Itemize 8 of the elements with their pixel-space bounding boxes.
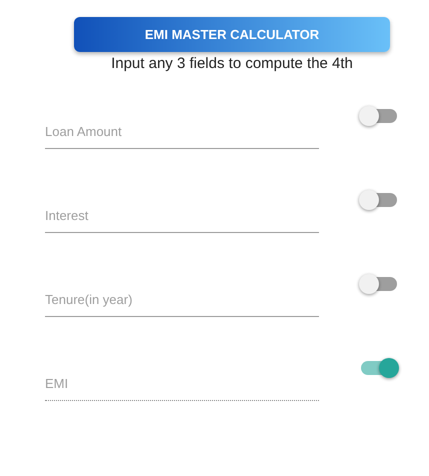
input-field[interactable]: Interest	[45, 186, 319, 232]
toggle-switch[interactable]	[361, 192, 397, 206]
title-button[interactable]: EMI MASTER CALCULATOR	[74, 17, 390, 52]
instruction-text: Input any 3 fields to compute the 4th	[111, 54, 353, 74]
input-field[interactable]: Tenure(in year)	[45, 270, 319, 316]
toggle-switch[interactable]	[361, 276, 397, 290]
toggle-switch[interactable]	[361, 108, 397, 122]
input-field[interactable]: Loan Amount	[45, 102, 319, 148]
